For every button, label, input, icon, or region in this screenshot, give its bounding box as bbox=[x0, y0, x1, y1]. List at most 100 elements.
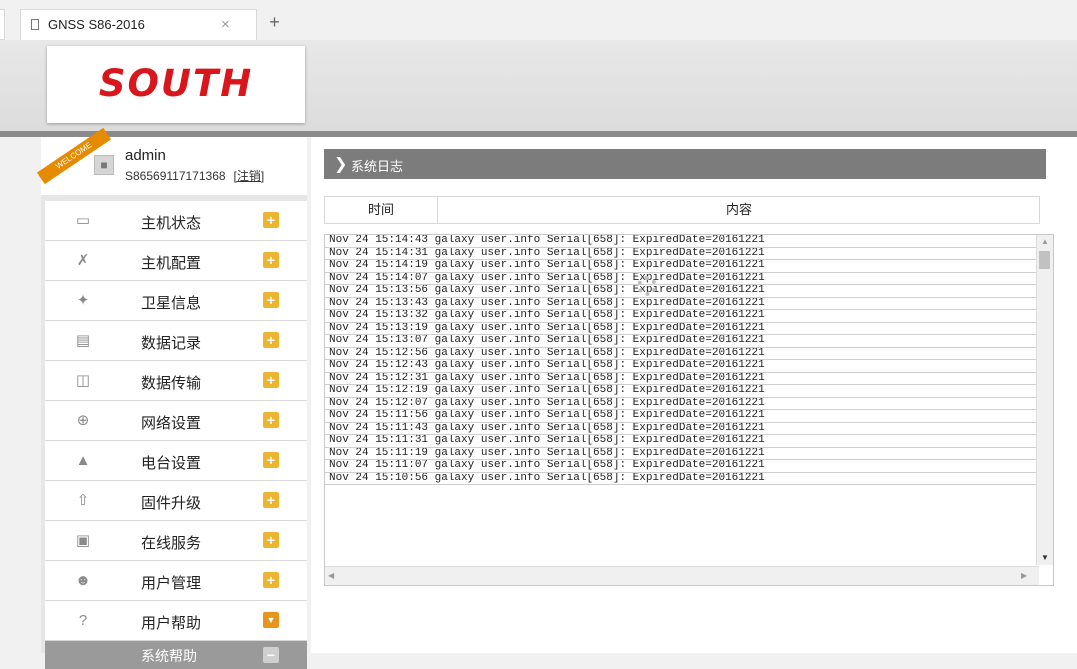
username: admin bbox=[125, 147, 166, 164]
menu-label: 电台设置 bbox=[141, 455, 202, 472]
column-header-time: 时间 bbox=[325, 197, 438, 223]
log-line: Nov 24 15:13:07 galaxy user.info Serial[… bbox=[325, 335, 1053, 348]
collapse-icon[interactable]: − bbox=[263, 647, 279, 663]
expand-icon[interactable]: + bbox=[263, 292, 279, 308]
sidebar: WELCOME ■ admin S86569117171368 [注销] ▭ 主机… bbox=[36, 127, 307, 669]
scroll-up-icon[interactable]: ▲ bbox=[1041, 237, 1049, 246]
loading-spinner-icon bbox=[637, 276, 657, 296]
submenu-label: 系统帮助 bbox=[141, 648, 197, 664]
log-line: Nov 24 15:11:31 galaxy user.info Serial[… bbox=[325, 435, 1053, 448]
logo-text: SOUTH bbox=[98, 62, 254, 105]
expand-icon[interactable]: + bbox=[263, 332, 279, 348]
menu-label: 主机配置 bbox=[141, 255, 202, 272]
upload-icon: ⇧ bbox=[76, 492, 90, 509]
expand-icon[interactable]: + bbox=[263, 252, 279, 268]
log-line: Nov 24 15:10:56 galaxy user.info Serial[… bbox=[325, 473, 1053, 485]
column-header-content: 内容 bbox=[725, 202, 752, 217]
log-line: Nov 24 15:11:56 galaxy user.info Serial[… bbox=[325, 410, 1053, 423]
expand-icon[interactable]: + bbox=[263, 492, 279, 508]
log-line: Nov 24 15:12:56 galaxy user.info Serial[… bbox=[325, 348, 1053, 360]
expand-icon[interactable]: + bbox=[263, 572, 279, 588]
menu-item-host-status[interactable]: ▭ 主机状态 + bbox=[45, 201, 307, 241]
satellite-icon: ✦ bbox=[76, 292, 90, 309]
log-line: Nov 24 15:12:43 galaxy user.info Serial[… bbox=[325, 360, 1053, 373]
expand-icon[interactable]: + bbox=[263, 412, 279, 428]
menu-label: 卫星信息 bbox=[141, 295, 202, 312]
log-line: Nov 24 15:11:43 galaxy user.info Serial[… bbox=[325, 423, 1053, 435]
menu-label: 网络设置 bbox=[141, 415, 202, 432]
log-line: Nov 24 15:11:19 galaxy user.info Serial[… bbox=[325, 448, 1053, 460]
section-title: 系统日志 bbox=[351, 159, 404, 174]
menu-label: 在线服务 bbox=[141, 535, 202, 552]
radio-icon: ▲ bbox=[75, 452, 91, 469]
vertical-scrollbar[interactable]: ▲ ▼ bbox=[1036, 235, 1053, 565]
log-line: Nov 24 15:11:07 galaxy user.info Serial[… bbox=[325, 460, 1053, 473]
menu-item-user-help[interactable]: ? 用户帮助 ▼ bbox=[45, 601, 307, 641]
log-line: Nov 24 15:12:31 galaxy user.info Serial[… bbox=[325, 373, 1053, 385]
tab-title: GNSS S86-2016 bbox=[48, 17, 145, 32]
menu-item-data-record[interactable]: ▤ 数据记录 + bbox=[45, 321, 307, 361]
menu-item-host-config[interactable]: ✗ 主机配置 + bbox=[45, 241, 307, 281]
log-lines: Nov 24 15:14:43 galaxy user.info Serial[… bbox=[325, 235, 1053, 485]
user-panel: WELCOME ■ admin S86569117171368 [注销] bbox=[36, 127, 307, 195]
calendar-icon: ▤ bbox=[75, 332, 91, 349]
box-icon: ▣ bbox=[75, 532, 91, 549]
collapse-arrow-icon[interactable]: ▼ bbox=[263, 612, 279, 628]
logout-link[interactable]: [注销] bbox=[234, 169, 265, 183]
expand-icon[interactable]: + bbox=[263, 372, 279, 388]
menu-item-online-service[interactable]: ▣ 在线服务 + bbox=[45, 521, 307, 561]
expand-icon[interactable]: + bbox=[263, 212, 279, 228]
help-icon: ? bbox=[78, 612, 88, 629]
log-line: Nov 24 15:12:19 galaxy user.info Serial[… bbox=[325, 385, 1053, 398]
menu-label: 数据传输 bbox=[141, 375, 202, 392]
menu-item-radio-settings[interactable]: ▲ 电台设置 + bbox=[45, 441, 307, 481]
expand-icon[interactable]: + bbox=[263, 532, 279, 548]
menu-label: 主机状态 bbox=[141, 215, 202, 232]
scroll-right-icon[interactable]: ▶ bbox=[1021, 571, 1027, 580]
horizontal-scrollbar[interactable]: ◀ ▶ bbox=[325, 566, 1039, 585]
browser-tab[interactable]: GNSS S86-2016 × bbox=[20, 9, 257, 40]
logo: SOUTH bbox=[47, 46, 305, 123]
log-line: Nov 24 15:14:43 galaxy user.info Serial[… bbox=[325, 235, 1053, 248]
log-line: Nov 24 15:14:07 galaxy user.info Serial[… bbox=[325, 273, 1053, 285]
menu-item-network-settings[interactable]: ⊕ 网络设置 + bbox=[45, 401, 307, 441]
submenu-item-system-help[interactable]: 系统帮助 − bbox=[45, 641, 307, 669]
section-header: ❯ 系统日志 bbox=[324, 149, 1046, 179]
users-icon: ☻ bbox=[75, 572, 91, 589]
menu-item-user-management[interactable]: ☻ 用户管理 + bbox=[45, 561, 307, 601]
browser-tabbar: GNSS S86-2016 × + bbox=[0, 0, 1077, 40]
log-line: Nov 24 15:13:56 galaxy user.info Serial[… bbox=[325, 285, 1053, 298]
log-line: Nov 24 15:14:19 galaxy user.info Serial[… bbox=[325, 260, 1053, 273]
log-line: Nov 24 15:12:07 galaxy user.info Serial[… bbox=[325, 398, 1053, 410]
scrollbar-thumb[interactable] bbox=[1039, 251, 1050, 269]
nav-menu: ▭ 主机状态 + ✗ 主机配置 + ✦ 卫星信息 + ▤ 数据记录 + ◫ 数据… bbox=[45, 201, 307, 669]
page-icon bbox=[31, 19, 39, 30]
close-tab-icon[interactable]: × bbox=[221, 16, 230, 33]
menu-label: 数据记录 bbox=[141, 335, 202, 352]
monitor-icon: ▭ bbox=[75, 212, 91, 229]
scroll-left-icon[interactable]: ◀ bbox=[328, 571, 334, 580]
log-table-header: 时间 内容 bbox=[324, 196, 1040, 224]
log-line: Nov 24 15:13:43 galaxy user.info Serial[… bbox=[325, 298, 1053, 310]
log-line: Nov 24 15:14:31 galaxy user.info Serial[… bbox=[325, 248, 1053, 260]
expand-icon[interactable]: + bbox=[263, 452, 279, 468]
previous-tab-edge[interactable] bbox=[0, 9, 5, 40]
menu-item-firmware-upgrade[interactable]: ⇧ 固件升级 + bbox=[45, 481, 307, 521]
globe-icon: ⊕ bbox=[76, 412, 90, 429]
menu-label: 用户帮助 bbox=[141, 615, 202, 632]
menu-item-satellite-info[interactable]: ✦ 卫星信息 + bbox=[45, 281, 307, 321]
network-icon: ◫ bbox=[75, 372, 91, 389]
menu-label: 固件升级 bbox=[141, 495, 202, 512]
menu-item-data-transfer[interactable]: ◫ 数据传输 + bbox=[45, 361, 307, 401]
main-content: ❯ 系统日志 时间 内容 Nov 24 15:14:43 galaxy user… bbox=[311, 137, 1077, 653]
avatar-icon: ■ bbox=[94, 155, 114, 175]
device-id-text: S86569117171368 bbox=[125, 169, 226, 183]
chevron-right-icon: ❯ bbox=[334, 156, 348, 173]
device-id: S86569117171368 [注销] bbox=[125, 167, 264, 184]
log-textarea[interactable]: Nov 24 15:14:43 galaxy user.info Serial[… bbox=[324, 234, 1054, 586]
scroll-down-icon[interactable]: ▼ bbox=[1041, 553, 1049, 562]
new-tab-button[interactable]: + bbox=[266, 13, 283, 31]
log-line: Nov 24 15:13:32 galaxy user.info Serial[… bbox=[325, 310, 1053, 323]
log-line: Nov 24 15:13:19 galaxy user.info Serial[… bbox=[325, 323, 1053, 335]
tools-icon: ✗ bbox=[76, 252, 90, 269]
